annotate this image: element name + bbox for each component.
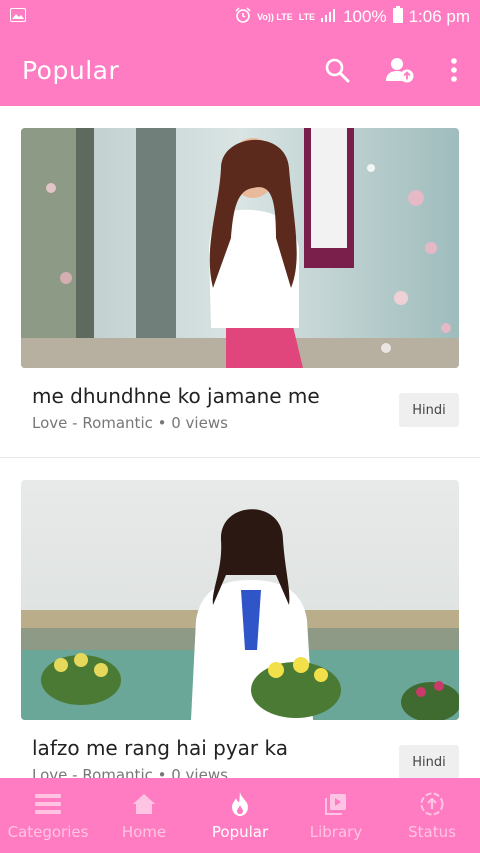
nav-label: Library — [309, 822, 363, 841]
video-thumbnail[interactable] — [21, 480, 459, 720]
account-upload-icon[interactable] — [386, 57, 414, 83]
alarm-icon — [235, 6, 251, 28]
nav-label: Categories — [7, 822, 89, 841]
video-card[interactable]: me dhundhne ko jamane me Love - Romantic… — [0, 106, 480, 458]
nav-label: Status — [408, 822, 456, 841]
flame-icon — [231, 791, 249, 817]
nav-status[interactable]: Status — [384, 778, 480, 853]
nav-library[interactable]: Library — [288, 778, 384, 853]
app-bar: Popular — [0, 34, 480, 106]
video-card[interactable]: lafzo me rang hai pyar ka Love - Romanti… — [0, 458, 480, 778]
nav-categories[interactable]: Categories — [0, 778, 96, 853]
nav-home[interactable]: Home — [96, 778, 192, 853]
page-title: Popular — [22, 55, 120, 85]
signal-icon — [321, 7, 337, 27]
language-badge[interactable]: Hindi — [399, 745, 459, 778]
video-title[interactable]: me dhundhne ko jamane me — [32, 384, 320, 408]
battery-percent: 100% — [343, 7, 387, 26]
video-thumbnail[interactable] — [21, 128, 459, 368]
lte-indicator: LTE — [298, 11, 316, 22]
gallery-notification-icon — [10, 7, 26, 27]
nav-popular[interactable]: Popular — [192, 778, 288, 853]
clock: 1:06 pm — [408, 7, 470, 26]
video-meta: Love - Romantic • 0 views — [32, 766, 228, 778]
status-bar: Vo)) LTE LTE 100% 1:06 pm — [0, 0, 480, 34]
video-feed[interactable]: me dhundhne ko jamane me Love - Romantic… — [0, 106, 480, 778]
status-upload-icon — [420, 791, 444, 817]
battery-icon — [392, 6, 403, 28]
bottom-navigation: Categories Home Popular Library Status — [0, 778, 480, 853]
nav-label: Home — [121, 822, 167, 841]
video-library-icon — [324, 791, 348, 817]
home-icon — [132, 791, 156, 817]
more-vert-icon[interactable] — [450, 58, 458, 82]
video-title[interactable]: lafzo me rang hai pyar ka — [32, 736, 288, 760]
search-icon[interactable] — [324, 57, 350, 83]
video-meta: Love - Romantic • 0 views — [32, 414, 228, 432]
volte-indicator: Vo)) LTE — [257, 11, 293, 22]
nav-label: Popular — [211, 822, 269, 841]
list-icon — [35, 791, 61, 817]
language-badge[interactable]: Hindi — [399, 393, 459, 427]
